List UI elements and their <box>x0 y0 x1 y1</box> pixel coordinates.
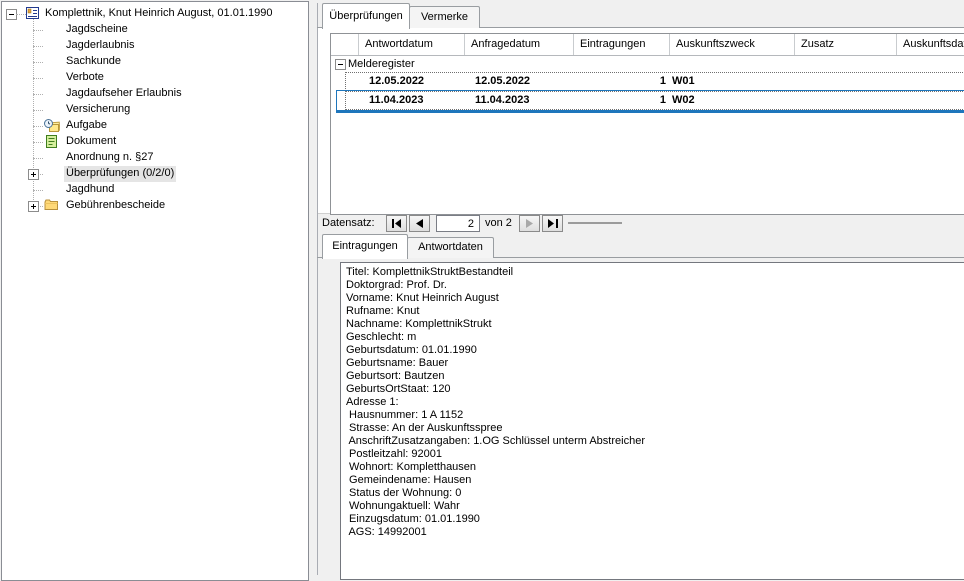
pager-label: Datensatz: <box>322 217 375 229</box>
task-clock-icon <box>44 119 60 133</box>
tab-label: Antwortdaten <box>418 241 483 253</box>
tree-item-anordnung[interactable]: Anordnung n. §27 <box>2 150 306 166</box>
folder-icon <box>44 199 59 211</box>
cell-eintragungen: 1 <box>574 92 670 109</box>
tree-item-label: Sachkunde <box>64 54 123 70</box>
tree-item-gebuehrenbescheide[interactable]: Gebührenbescheide <box>2 198 306 214</box>
expand-icon[interactable] <box>28 201 39 212</box>
record-count-label: von 2 <box>485 217 512 229</box>
record-number-input[interactable] <box>436 215 480 232</box>
cell-antwortdatum: 11.04.2023 <box>359 92 465 109</box>
tree-item-jagdhund[interactable]: Jagdhund <box>2 182 306 198</box>
cell-auskunftszweck: W02 <box>670 92 795 109</box>
last-record-icon <box>548 219 558 228</box>
column-header-antwortdatum[interactable]: Antwortdatum <box>358 34 464 55</box>
person-tree-panel: Komplettnik, Knut Heinrich August, 01.01… <box>1 1 309 581</box>
tree-item-label: Komplettnik, Knut Heinrich August, 01.01… <box>43 6 274 22</box>
previous-record-button[interactable] <box>409 215 430 232</box>
record-pager: Datensatz: von 2 <box>318 214 964 232</box>
first-record-icon <box>392 219 402 228</box>
last-record-button[interactable] <box>542 215 563 232</box>
tree-item-verbote[interactable]: Verbote <box>2 70 306 86</box>
tab-eintragungen[interactable]: Eintragungen <box>322 234 408 259</box>
tree-item-versicherung[interactable]: Versicherung <box>2 102 306 118</box>
tab-ueberpruefungen[interactable]: Überprüfungen <box>322 3 410 29</box>
column-header-eintragungen[interactable]: Eintragungen <box>573 34 669 55</box>
tab-label: Eintragungen <box>332 240 397 252</box>
tree-item-label: Verbote <box>64 70 106 86</box>
tree-item-label: Jagdhund <box>64 182 116 198</box>
tree-item-aufgabe[interactable]: Aufgabe <box>2 118 306 134</box>
previous-record-icon <box>416 219 423 228</box>
tree-item-label: Dokument <box>64 134 118 150</box>
expand-icon[interactable] <box>28 169 39 180</box>
column-header-anfragedatum[interactable]: Anfragedatum <box>464 34 573 55</box>
table-row-selected[interactable]: 11.04.2023 11.04.2023 1 W02 <box>345 91 964 110</box>
cell-anfragedatum: 11.04.2023 <box>465 92 574 109</box>
group-label: Melderegister <box>348 56 415 72</box>
tab-antwortdaten[interactable]: Antwortdaten <box>407 237 494 258</box>
tree-item-label: Anordnung n. §27 <box>64 150 155 166</box>
first-record-button[interactable] <box>386 215 407 232</box>
column-header-auskunftsdatum[interactable]: Auskunftsdatum <box>896 34 964 55</box>
document-icon <box>46 135 57 148</box>
tree-item-label: Jagdscheine <box>64 22 130 38</box>
tab-label: Vermerke <box>421 11 468 23</box>
splitter-grip[interactable] <box>568 222 622 224</box>
cell-auskunftszweck: W01 <box>670 73 795 90</box>
tree-item-sachkunde[interactable]: Sachkunde <box>2 54 306 70</box>
tree-item-jagdaufseher[interactable]: Jagdaufseher Erlaubnis <box>2 86 306 102</box>
person-record-icon <box>26 7 39 19</box>
tree-item-label: Jagdaufseher Erlaubnis <box>64 86 184 102</box>
tree-item-label: Jagderlaubnis <box>64 38 137 54</box>
column-header-zusatz[interactable]: Zusatz <box>794 34 896 55</box>
tree-item-jagderlaubnis[interactable]: Jagderlaubnis <box>2 38 306 54</box>
next-record-icon <box>526 219 533 228</box>
tree-item-jagdscheine[interactable]: Jagdscheine <box>2 22 306 38</box>
entry-detail-text: Titel: KomplettnikStruktBestandteil Dokt… <box>346 266 645 539</box>
column-header-indicator[interactable] <box>331 34 358 55</box>
tree-item-label: Versicherung <box>64 102 132 118</box>
next-record-button[interactable] <box>519 215 540 232</box>
table-row[interactable]: 12.05.2022 12.05.2022 1 W01 <box>345 72 964 91</box>
tree-item-label: Aufgabe <box>64 118 109 134</box>
entry-detail-textbox[interactable]: Titel: KomplettnikStruktBestandteil Dokt… <box>340 262 964 580</box>
cell-anfragedatum: 12.05.2022 <box>465 73 574 90</box>
tree-item-label: Gebührenbescheide <box>64 198 167 214</box>
cell-eintragungen: 1 <box>574 73 670 90</box>
tree-item-label: Überprüfungen (0/2/0) <box>64 166 176 182</box>
records-grid: Antwortdatum Anfragedatum Eintragungen A… <box>330 33 964 215</box>
tree-item-root[interactable]: Komplettnik, Knut Heinrich August, 01.01… <box>2 6 306 22</box>
collapse-icon[interactable] <box>335 59 346 70</box>
tree-item-dokument[interactable]: Dokument <box>2 134 306 150</box>
cell-antwortdatum: 12.05.2022 <box>359 73 465 90</box>
tab-label: Überprüfungen <box>329 10 402 22</box>
tab-vermerke[interactable]: Vermerke <box>409 6 480 28</box>
tree-item-ueberpruefungen[interactable]: Überprüfungen (0/2/0) <box>2 166 306 182</box>
grid-header: Antwortdatum Anfragedatum Eintragungen A… <box>331 34 964 56</box>
column-header-auskunftszweck[interactable]: Auskunftszweck <box>669 34 794 55</box>
group-row-melderegister[interactable]: Melderegister <box>331 56 964 72</box>
